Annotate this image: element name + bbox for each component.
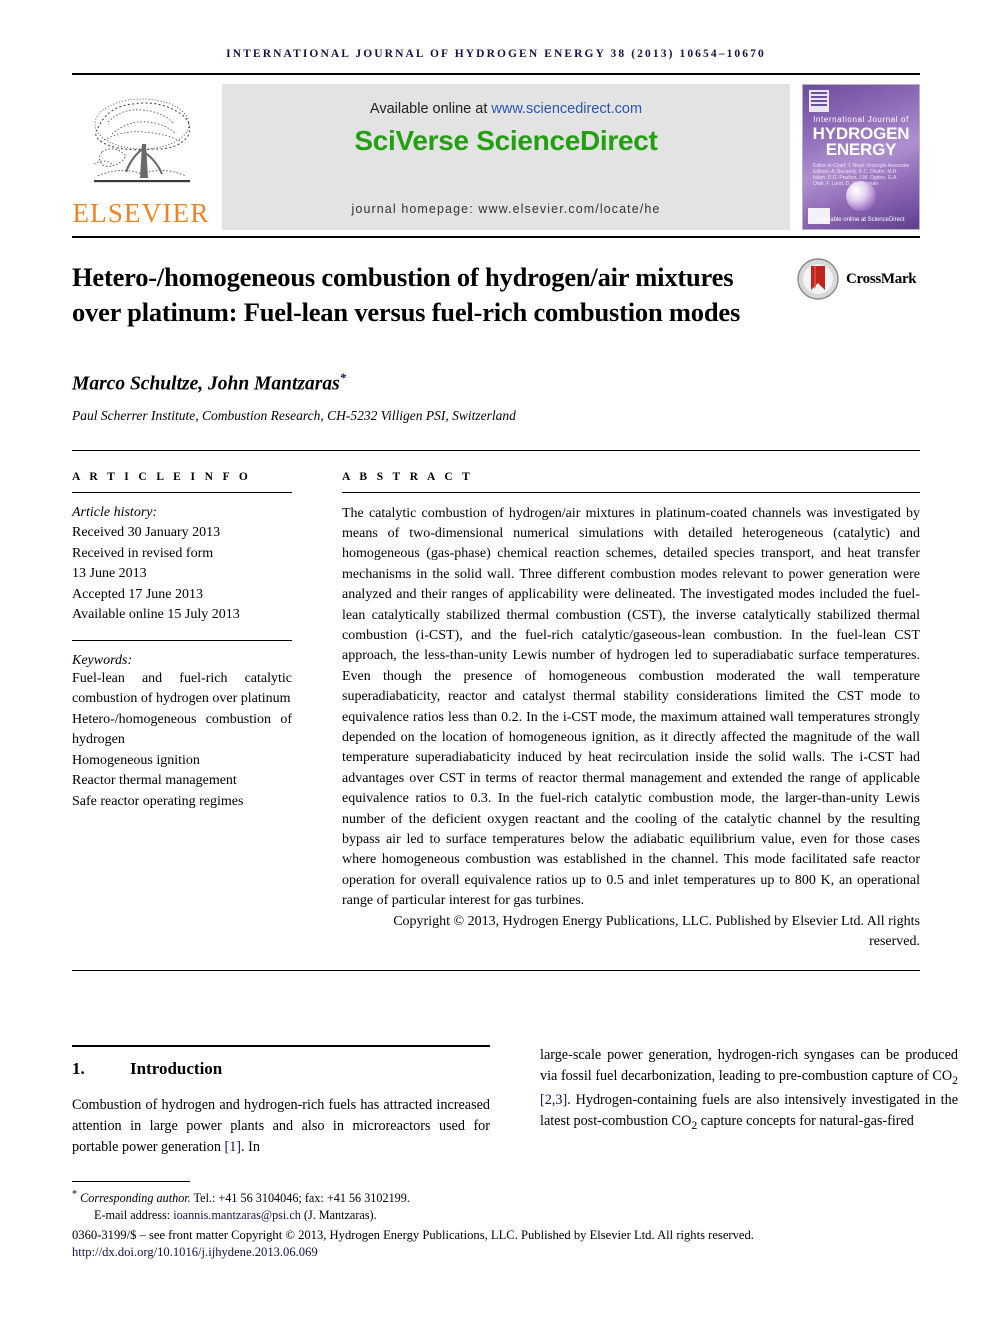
body-text-run: Combustion of hydrogen and hydrogen-rich… bbox=[72, 1097, 490, 1155]
elsevier-logo: ELSEVIER bbox=[72, 84, 210, 230]
journal-homepage-line[interactable]: journal homepage: www.elsevier.com/locat… bbox=[352, 202, 661, 216]
subscript-two: 2 bbox=[952, 1072, 958, 1087]
body-column-right: large-scale power generation, hydrogen-r… bbox=[540, 1045, 958, 1171]
section-title: Introduction bbox=[130, 1059, 223, 1079]
sciencedirect-url[interactable]: www.sciencedirect.com bbox=[491, 101, 642, 117]
cover-publisher-mark-icon bbox=[809, 90, 829, 112]
crossmark-badge[interactable]: CrossMark bbox=[796, 256, 920, 302]
keyword-item: Hetero-/homogeneous combustion of hydrog… bbox=[72, 711, 292, 748]
info-abstract-area: A R T I C L E I N F O Article history: R… bbox=[72, 471, 920, 953]
journal-cover-thumbnail: International Journal of HYDROGEN ENERGY… bbox=[802, 84, 920, 230]
keyword-item: Fuel-lean and fuel-rich catalytic combus… bbox=[72, 670, 292, 707]
masthead-divider bbox=[72, 236, 920, 238]
corresponding-author-marker: * bbox=[339, 370, 347, 385]
abstract-divider bbox=[342, 491, 920, 493]
body-text-run: . In bbox=[241, 1138, 260, 1155]
footnote-area: * Corresponding author. Tel.: +41 56 310… bbox=[72, 1180, 920, 1261]
abstract-heading: A B S T R A C T bbox=[342, 470, 474, 483]
section-rule bbox=[72, 1045, 490, 1048]
article-info-column: A R T I C L E I N F O Article history: R… bbox=[72, 471, 292, 953]
article-history-item: Available online 15 July 2013 bbox=[72, 607, 240, 622]
author-names: Marco Schultze, John Mantzaras bbox=[72, 373, 340, 395]
body-text-run: large-scale power generation, hydrogen-r… bbox=[540, 1047, 958, 1085]
article-history: Article history: Received 30 January 201… bbox=[72, 503, 292, 626]
crossmark-label: CrossMark bbox=[846, 270, 917, 287]
article-history-item: Received in revised form bbox=[72, 545, 214, 561]
footnote-divider bbox=[72, 1180, 190, 1182]
elsevier-wordmark: ELSEVIER bbox=[72, 198, 210, 228]
sciverse-sciencedirect-logo: SciVerse ScienceDirect bbox=[354, 125, 658, 156]
crossmark-icon bbox=[797, 258, 839, 300]
body-columns: 1. Introduction Combustion of hydrogen a… bbox=[72, 1045, 958, 1171]
body-column-left: 1. Introduction Combustion of hydrogen a… bbox=[72, 1045, 490, 1171]
corresponding-author-contact: Tel.: +41 56 3104046; fax: +41 56 310219… bbox=[190, 1191, 410, 1205]
article-history-item: Accepted 17 June 2013 bbox=[72, 586, 204, 602]
corresponding-author-label: Corresponding author. bbox=[80, 1191, 191, 1205]
footnote-marker: * bbox=[72, 1188, 78, 1200]
available-online-label: Available online at bbox=[369, 101, 492, 117]
abstract-column: A B S T R A C T The catalytic combustion… bbox=[342, 471, 920, 953]
article-history-label: Article history: bbox=[72, 504, 158, 520]
title-divider bbox=[72, 449, 920, 451]
section-heading: 1. Introduction bbox=[72, 1059, 490, 1079]
affiliation: Paul Scherrer Institute, Combustion Rese… bbox=[72, 407, 516, 423]
body-paragraph: Combustion of hydrogen and hydrogen-rich… bbox=[72, 1095, 490, 1157]
keyword-item: Safe reactor operating regimes bbox=[72, 793, 244, 809]
title-block: CrossMark Hetero-/homogeneous combustion… bbox=[72, 258, 920, 424]
email-note: E-mail address: ioannis.mantzaras@psi.ch… bbox=[72, 1207, 920, 1224]
section-number: 1. bbox=[72, 1059, 85, 1079]
abstract-bottom-divider bbox=[72, 970, 920, 972]
article-info-divider bbox=[72, 491, 292, 493]
header-divider bbox=[72, 73, 920, 75]
keyword-item: Reactor thermal management bbox=[72, 773, 237, 788]
doi-link[interactable]: http://dx.doi.org/10.1016/j.ijhydene.201… bbox=[72, 1244, 920, 1261]
issn-copyright-line: 0360-3199/$ – see front matter Copyright… bbox=[72, 1228, 754, 1242]
citation-link[interactable]: [1] bbox=[224, 1139, 241, 1155]
article-info-heading: A R T I C L E I N F O bbox=[72, 470, 252, 483]
body-text-run: capture concepts for natural-gas-fired bbox=[697, 1113, 914, 1130]
cover-sciencedirect-line: Available online at ScienceDirect bbox=[817, 217, 905, 223]
keywords-label: Keywords: bbox=[72, 652, 133, 668]
page-title: Hetero-/homogeneous combustion of hydrog… bbox=[72, 262, 741, 327]
citation-link[interactable]: [2,3] bbox=[540, 1092, 567, 1108]
corresponding-author-note: * Corresponding author. Tel.: +41 56 310… bbox=[72, 1186, 920, 1207]
article-history-item: 13 June 2013 bbox=[72, 566, 147, 581]
email-label: E-mail address: bbox=[94, 1208, 174, 1222]
abstract-text: The catalytic combustion of hydrogen/air… bbox=[342, 505, 920, 909]
keywords-list: Fuel-lean and fuel-rich catalytic combus… bbox=[72, 669, 292, 813]
cover-orb-graphic bbox=[846, 181, 876, 211]
article-history-item: Received 30 January 2013 bbox=[72, 525, 221, 540]
keywords-divider bbox=[72, 639, 292, 641]
author-list: Marco Schultze, John Mantzaras* bbox=[72, 370, 920, 396]
cover-title-line1: International Journal of bbox=[813, 115, 909, 124]
email-link[interactable]: ioannis.mantzaras@psi.ch bbox=[173, 1208, 301, 1222]
keyword-item: Homogeneous ignition bbox=[72, 752, 200, 768]
masthead: ELSEVIER Available online at www.science… bbox=[72, 84, 920, 230]
abstract-copyright: Copyright © 2013, Hydrogen Energy Public… bbox=[393, 913, 920, 950]
available-online-line: Available online at www.sciencedirect.co… bbox=[370, 101, 642, 117]
article-page: International Journal of Hydrogen Energy… bbox=[0, 0, 992, 1323]
email-suffix: (J. Mantzaras). bbox=[300, 1208, 377, 1222]
cover-energy-word: ENERGY bbox=[825, 140, 897, 159]
body-paragraph: large-scale power generation, hydrogen-r… bbox=[540, 1045, 958, 1135]
cover-title-line2: HYDROGEN ENERGY bbox=[803, 125, 919, 159]
sciencedirect-banner: Available online at www.sciencedirect.co… bbox=[222, 84, 790, 230]
running-head: International Journal of Hydrogen Energy… bbox=[226, 48, 766, 60]
elsevier-tree-icon bbox=[78, 94, 204, 198]
